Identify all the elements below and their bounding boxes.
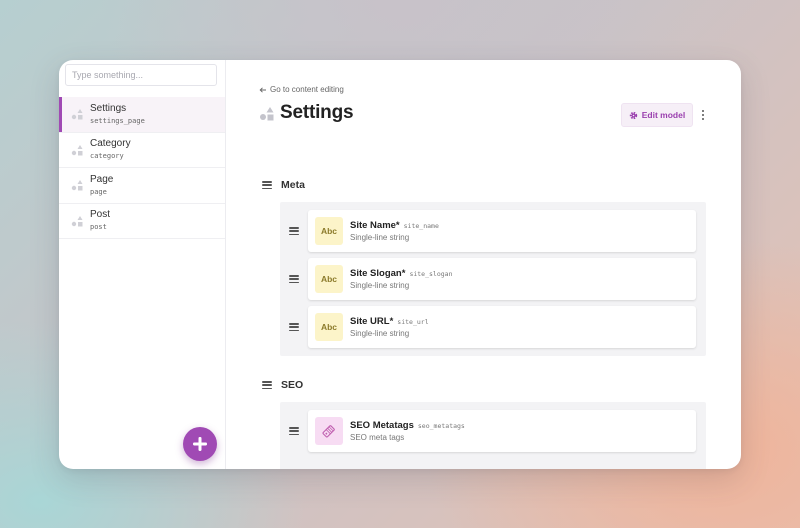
drag-handle-icon[interactable] xyxy=(289,275,299,283)
tag-icon xyxy=(315,417,343,445)
model-shapes-icon xyxy=(71,144,83,156)
gear-icon xyxy=(629,111,637,119)
sidebar-item-key: page xyxy=(90,187,107,196)
field-name: Site Name* xyxy=(350,220,400,231)
model-shapes-icon xyxy=(71,180,83,191)
model-list: Settings settings_page Category category… xyxy=(59,97,225,239)
page-header: Settings xyxy=(259,102,354,124)
string-type-icon: Abc xyxy=(315,265,343,293)
sidebar-item-key: category xyxy=(90,152,124,161)
field-api-key: site_url xyxy=(397,318,429,326)
search-input[interactable] xyxy=(65,64,217,86)
fieldset-meta: Abc Site Name* site_name Single-line str… xyxy=(280,202,706,356)
drag-handle-icon[interactable] xyxy=(289,227,299,235)
arrow-left-icon xyxy=(259,86,266,93)
group-title: SEO xyxy=(281,379,304,391)
sidebar-item-post[interactable]: Post post xyxy=(59,204,225,239)
drag-handle-icon[interactable] xyxy=(262,181,272,189)
field-api-key: site_name xyxy=(403,222,439,230)
sidebar-item-label: Settings xyxy=(90,102,127,114)
field-api-key: seo_metatags xyxy=(417,422,465,430)
field-card-site-url[interactable]: Abc Site URL* site_url Single-line strin… xyxy=(308,306,696,348)
back-link-label: Go to content editing xyxy=(270,85,344,94)
plus-icon xyxy=(193,437,207,451)
field-name: Site URL* xyxy=(350,316,394,327)
drag-handle-icon[interactable] xyxy=(289,427,299,435)
edit-model-button[interactable]: Edit model xyxy=(621,103,693,127)
field-card-site-name[interactable]: Abc Site Name* site_name Single-line str… xyxy=(308,210,696,252)
group-header-seo: SEO xyxy=(262,379,303,391)
string-type-icon: Abc xyxy=(315,313,343,341)
model-shapes-icon xyxy=(260,106,274,120)
add-model-button[interactable] xyxy=(183,427,217,461)
kebab-dot xyxy=(702,114,704,116)
sidebar-item-label: Post xyxy=(90,209,111,221)
field-type: SEO meta tags xyxy=(350,433,405,442)
field-type: Single-line string xyxy=(350,281,410,290)
edit-model-label: Edit model xyxy=(641,110,686,120)
field-card-site-slogan[interactable]: Abc Site Slogan* site_slogan Single-line… xyxy=(308,258,696,300)
string-type-icon: Abc xyxy=(315,217,343,245)
field-type: Single-line string xyxy=(350,233,410,242)
model-shapes-icon xyxy=(71,215,83,227)
sidebar-item-key: settings_page xyxy=(90,116,145,125)
fieldset-seo: SEO Metatags seo_metatags SEO meta tags xyxy=(280,402,706,469)
field-api-key: site_slogan xyxy=(409,270,453,278)
kebab-dot xyxy=(702,118,704,120)
kebab-dot xyxy=(702,110,704,112)
field-name: Site Slogan* xyxy=(350,268,406,279)
page-title: Settings xyxy=(280,102,354,123)
main-content: Go to content editing Settings Edit mode… xyxy=(226,60,741,469)
field-name: SEO Metatags xyxy=(350,420,414,431)
field-type: Single-line string xyxy=(350,329,410,338)
group-title: Meta xyxy=(281,179,305,191)
group-header-meta: Meta xyxy=(262,179,305,191)
sidebar-item-key: post xyxy=(90,223,107,232)
more-options-button[interactable] xyxy=(698,107,708,123)
drag-handle-icon[interactable] xyxy=(262,381,272,389)
sidebar-item-label: Category xyxy=(90,138,131,150)
sidebar-item-label: Page xyxy=(90,173,114,185)
sidebar-item-category[interactable]: Category category xyxy=(59,133,225,168)
field-card-seo-metatags[interactable]: SEO Metatags seo_metatags SEO meta tags xyxy=(308,410,696,452)
drag-handle-icon[interactable] xyxy=(289,323,299,331)
app-window: Settings settings_page Category category… xyxy=(59,60,741,469)
model-shapes-icon xyxy=(71,109,83,120)
sidebar-item-page[interactable]: Page page xyxy=(59,168,225,204)
sidebar-item-settings[interactable]: Settings settings_page xyxy=(59,97,225,133)
back-to-content-link[interactable]: Go to content editing xyxy=(259,85,344,94)
sidebar: Settings settings_page Category category… xyxy=(59,60,226,469)
